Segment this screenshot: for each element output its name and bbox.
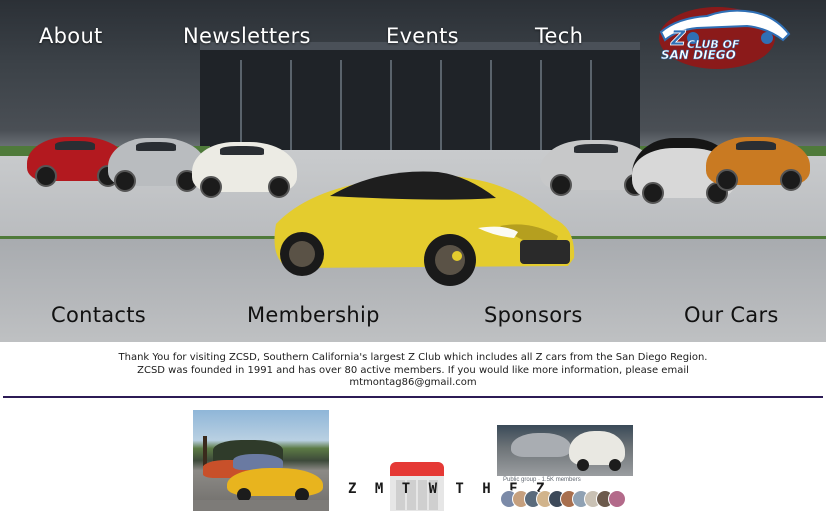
club-meetup-photo[interactable] bbox=[193, 410, 329, 511]
intro-line-1: Thank You for visiting ZCSD, Southern Ca… bbox=[118, 352, 708, 363]
intro-text: Thank You for visiting ZCSD, Southern Ca… bbox=[100, 352, 726, 390]
section-divider bbox=[3, 396, 823, 398]
logo-line2: SAN DIEGO bbox=[661, 48, 736, 62]
logo-z: Z bbox=[670, 26, 686, 50]
group-meta: Public group · 1.5K members bbox=[503, 477, 581, 483]
nav-newsletters[interactable]: Newsletters bbox=[183, 24, 311, 48]
member-avatars bbox=[500, 490, 630, 510]
nav-membership[interactable]: Membership bbox=[247, 303, 380, 327]
avatar bbox=[608, 490, 626, 508]
contact-email[interactable]: mtmontag86@gmail.com bbox=[100, 377, 726, 390]
facebook-group-photo[interactable] bbox=[497, 425, 633, 476]
yellow-z-car bbox=[274, 171, 575, 286]
nav-our-cars[interactable]: Our Cars bbox=[684, 303, 779, 327]
nav-contacts[interactable]: Contacts bbox=[51, 303, 146, 327]
orange-car bbox=[706, 137, 810, 191]
intro-line-2: ZCSD was founded in 1991 and has over 80… bbox=[137, 364, 689, 376]
zcsd-logo[interactable]: Z CLUB OF SAN DIEGO bbox=[657, 4, 793, 70]
nav-tech[interactable]: Tech bbox=[535, 24, 583, 48]
nav-events[interactable]: Events bbox=[386, 24, 459, 48]
nav-about[interactable]: About bbox=[39, 24, 103, 48]
nav-sponsors[interactable]: Sponsors bbox=[484, 303, 583, 327]
